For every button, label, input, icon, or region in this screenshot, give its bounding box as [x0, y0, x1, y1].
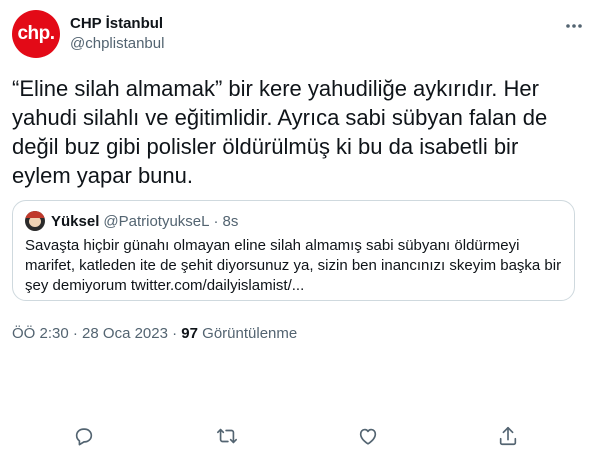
retweet-icon[interactable] — [213, 422, 241, 450]
avatar-logo-text: chp. — [17, 23, 55, 44]
display-name[interactable]: CHP İstanbul — [70, 14, 164, 34]
quoted-tweet[interactable]: Yüksel @PatriotyukseL · 8s Savaşta hiçbi… — [12, 200, 575, 301]
action-bar — [0, 422, 598, 456]
quote-header: Yüksel @PatriotyukseL · 8s — [25, 211, 238, 231]
like-icon[interactable] — [354, 422, 382, 450]
tweet-date[interactable]: 28 Oca 2023 — [82, 325, 168, 342]
meta-separator: · — [172, 325, 178, 342]
quote-handle: @PatriotyukseL — [103, 212, 210, 230]
views-label: Görüntülenme — [202, 325, 298, 342]
tweet-time[interactable]: ÖÖ 2:30 — [12, 325, 69, 342]
quote-time: 8s — [222, 212, 239, 230]
tweet-text: “Eline silah almamak” bir kere yahudiliğ… — [12, 76, 548, 188]
views-count: 97 — [181, 325, 198, 342]
tweet-header: chp. CHP İstanbul @chplistanbul — [12, 10, 586, 60]
avatar[interactable]: chp. — [12, 10, 60, 58]
tweet-meta: ÖÖ 2:30 · 28 Oca 2023 · 97 Görüntülenme — [12, 325, 297, 342]
quote-separator: · — [213, 212, 219, 230]
share-icon[interactable] — [494, 422, 522, 450]
author-names: CHP İstanbul @chplistanbul — [70, 14, 164, 54]
quote-text: Savaşta hiçbir günahı olmayan eline sila… — [25, 237, 562, 294]
quote-avatar — [25, 211, 45, 231]
quote-display-name: Yüksel — [51, 212, 100, 230]
more-icon[interactable] — [562, 14, 586, 38]
reply-icon[interactable] — [70, 422, 98, 450]
user-handle[interactable]: @chplistanbul — [70, 34, 164, 54]
meta-separator: · — [72, 325, 78, 342]
